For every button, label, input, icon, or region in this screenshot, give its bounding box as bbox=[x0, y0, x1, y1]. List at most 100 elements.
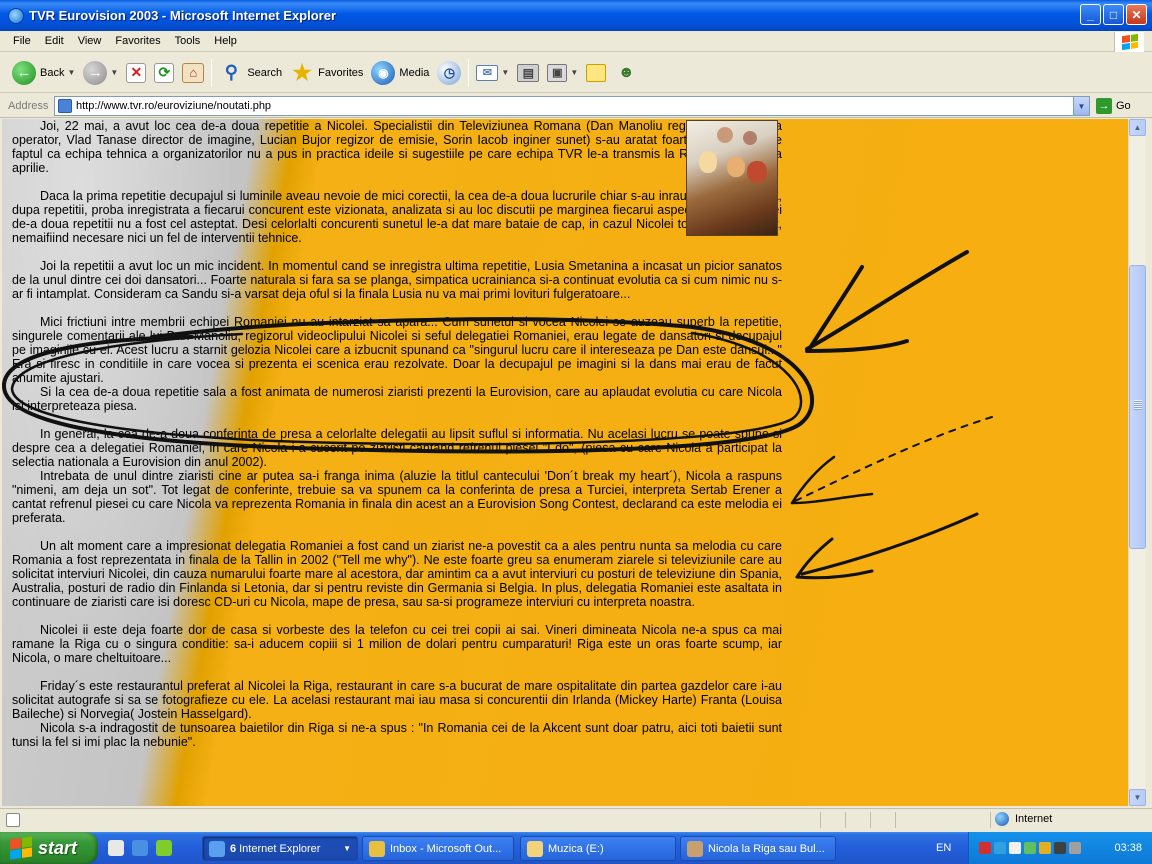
article-paragraph: Nicola s-a indragostit de tunsoarea baie… bbox=[12, 721, 782, 749]
address-bar: Address http://www.tvr.ro/euroviziune/no… bbox=[0, 94, 1152, 118]
window-controls: _ □ ✕ bbox=[1080, 4, 1147, 25]
refresh-icon: ⟳ bbox=[154, 62, 175, 83]
mail-dropdown-icon[interactable]: ▼ bbox=[501, 68, 509, 77]
stop-button[interactable]: ✕ bbox=[122, 56, 150, 90]
arrow-scribble bbox=[794, 416, 993, 502]
task-label: Muzica (E:) bbox=[548, 842, 604, 855]
messenger-button[interactable]: ☻ bbox=[610, 56, 642, 90]
status-bar: Internet bbox=[0, 808, 1152, 830]
task-count: 6 bbox=[230, 842, 237, 855]
scroll-up-button[interactable]: ▲ bbox=[1129, 119, 1146, 136]
status-divider bbox=[845, 812, 846, 828]
print-icon: ▤ bbox=[517, 63, 540, 82]
tray-monitor-icon[interactable] bbox=[1054, 842, 1066, 854]
media-icon: ◉ bbox=[371, 60, 396, 85]
address-url[interactable]: http://www.tvr.ro/euroviziune/noutati.ph… bbox=[76, 100, 271, 112]
tray-app-icon[interactable] bbox=[979, 842, 991, 854]
note-icon bbox=[586, 63, 607, 82]
print-button[interactable]: ▤ bbox=[513, 56, 543, 90]
task-internet-explorer[interactable]: 6 Internet Explorer ▼ bbox=[202, 836, 358, 861]
search-button[interactable]: ⚲ Search bbox=[215, 56, 286, 90]
tray-shield-icon[interactable] bbox=[1009, 842, 1021, 854]
forward-arrow-icon: → bbox=[83, 60, 108, 85]
tray-volume-icon[interactable] bbox=[1039, 842, 1051, 854]
task-label: Inbox - Microsoft Out... bbox=[390, 842, 502, 855]
security-zone: Internet bbox=[995, 812, 1052, 826]
status-divider bbox=[820, 812, 821, 828]
taskbar: start 6 Internet Explorer ▼ Inbox - Micr… bbox=[0, 832, 1152, 864]
arrow-scribble bbox=[805, 250, 969, 351]
vertical-scrollbar[interactable]: ▲ ▼ bbox=[1128, 119, 1146, 806]
clock[interactable]: 03:38 bbox=[1114, 842, 1142, 854]
article-paragraph: Nicolei ii este deja foarte dor de casa … bbox=[12, 623, 782, 665]
scroll-down-button[interactable]: ▼ bbox=[1129, 789, 1146, 806]
forward-dropdown-icon[interactable]: ▼ bbox=[110, 68, 118, 77]
favorites-label: Favorites bbox=[318, 66, 364, 79]
back-dropdown-icon[interactable]: ▼ bbox=[67, 68, 75, 77]
edit-button[interactable]: ▣ ▼ bbox=[543, 56, 582, 90]
go-label: Go bbox=[1116, 100, 1131, 112]
menu-tools[interactable]: Tools bbox=[168, 35, 208, 47]
menu-favorites[interactable]: Favorites bbox=[108, 35, 167, 47]
back-button[interactable]: ← Back ▼ bbox=[8, 56, 79, 90]
close-button[interactable]: ✕ bbox=[1126, 4, 1147, 25]
tray-messenger-icon[interactable] bbox=[1024, 842, 1036, 854]
title-bar: TVR Eurovision 2003 - Microsoft Internet… bbox=[0, 0, 1152, 31]
article-paragraph: Intrebata de unul dintre ziaristi cine a… bbox=[12, 469, 782, 525]
search-icon: ⚲ bbox=[224, 62, 238, 82]
edit-icon: ▣ bbox=[547, 63, 568, 82]
maximize-button[interactable]: □ bbox=[1103, 4, 1124, 25]
history-icon: ◷ bbox=[437, 60, 462, 85]
menu-help[interactable]: Help bbox=[207, 35, 244, 47]
discuss-button[interactable] bbox=[582, 56, 610, 90]
menu-edit[interactable]: Edit bbox=[38, 35, 71, 47]
arrow-scribble bbox=[805, 339, 909, 353]
go-button[interactable]: → Go bbox=[1096, 98, 1131, 114]
history-button[interactable]: ◷ bbox=[433, 56, 465, 90]
start-button[interactable]: start bbox=[0, 832, 98, 864]
quicklaunch-app-icon[interactable] bbox=[156, 840, 172, 856]
status-divider bbox=[990, 812, 991, 828]
favorites-button[interactable]: ★ Favorites bbox=[286, 56, 367, 90]
home-button[interactable]: ⌂ bbox=[178, 56, 208, 90]
minimize-button[interactable]: _ bbox=[1080, 4, 1101, 25]
toolbar-separator bbox=[211, 58, 213, 87]
status-divider bbox=[870, 812, 871, 828]
task-label: Internet Explorer bbox=[239, 842, 321, 855]
star-icon: ★ bbox=[292, 59, 313, 85]
arrow-scribble bbox=[790, 455, 836, 505]
task-outlook[interactable]: Inbox - Microsoft Out... bbox=[362, 836, 514, 861]
scroll-thumb[interactable] bbox=[1129, 265, 1146, 549]
refresh-button[interactable]: ⟳ bbox=[150, 56, 178, 90]
menu-view[interactable]: View bbox=[71, 35, 109, 47]
back-arrow-icon: ← bbox=[12, 60, 36, 85]
band-photo bbox=[686, 120, 778, 236]
menu-file[interactable]: File bbox=[0, 35, 38, 47]
arrow-scribble bbox=[800, 512, 979, 576]
address-label: Address bbox=[8, 99, 49, 112]
tray-network-icon[interactable] bbox=[994, 842, 1006, 854]
language-indicator[interactable]: EN bbox=[936, 842, 951, 854]
ie-icon bbox=[8, 7, 24, 24]
messenger-icon: ☻ bbox=[617, 63, 635, 81]
toolbar: ← Back ▼ → ▼ ✕ ⟳ ⌂ ⚲ Search ★ Favorites … bbox=[0, 53, 1152, 93]
quicklaunch-ie-icon[interactable] bbox=[132, 840, 148, 856]
task-document[interactable]: Nicola la Riga sau Bul... bbox=[680, 836, 836, 861]
forward-button[interactable]: → ▼ bbox=[79, 56, 122, 90]
edit-dropdown-icon[interactable]: ▼ bbox=[570, 68, 578, 77]
page-icon bbox=[58, 99, 72, 113]
media-label: Media bbox=[399, 66, 430, 79]
windows-logo-icon bbox=[1114, 32, 1144, 52]
task-muzica-folder[interactable]: Muzica (E:) bbox=[520, 836, 676, 861]
scroll-grip-icon bbox=[1134, 400, 1142, 410]
media-button[interactable]: ◉ Media bbox=[367, 56, 433, 90]
ie-icon bbox=[209, 840, 225, 857]
article-paragraph: Joi la repetitii a avut loc un mic incid… bbox=[12, 259, 782, 301]
mail-button[interactable]: ✉ ▼ bbox=[472, 56, 513, 90]
quicklaunch-desktop-icon[interactable] bbox=[108, 840, 124, 856]
address-dropdown-icon[interactable]: ▼ bbox=[1073, 97, 1089, 115]
address-input[interactable]: http://www.tvr.ro/euroviziune/noutati.ph… bbox=[54, 96, 1090, 116]
tray-misc-icon[interactable] bbox=[1069, 842, 1081, 854]
article-paragraph: Un alt moment care a impresionat delegat… bbox=[12, 539, 782, 609]
zone-label: Internet bbox=[1015, 813, 1053, 825]
